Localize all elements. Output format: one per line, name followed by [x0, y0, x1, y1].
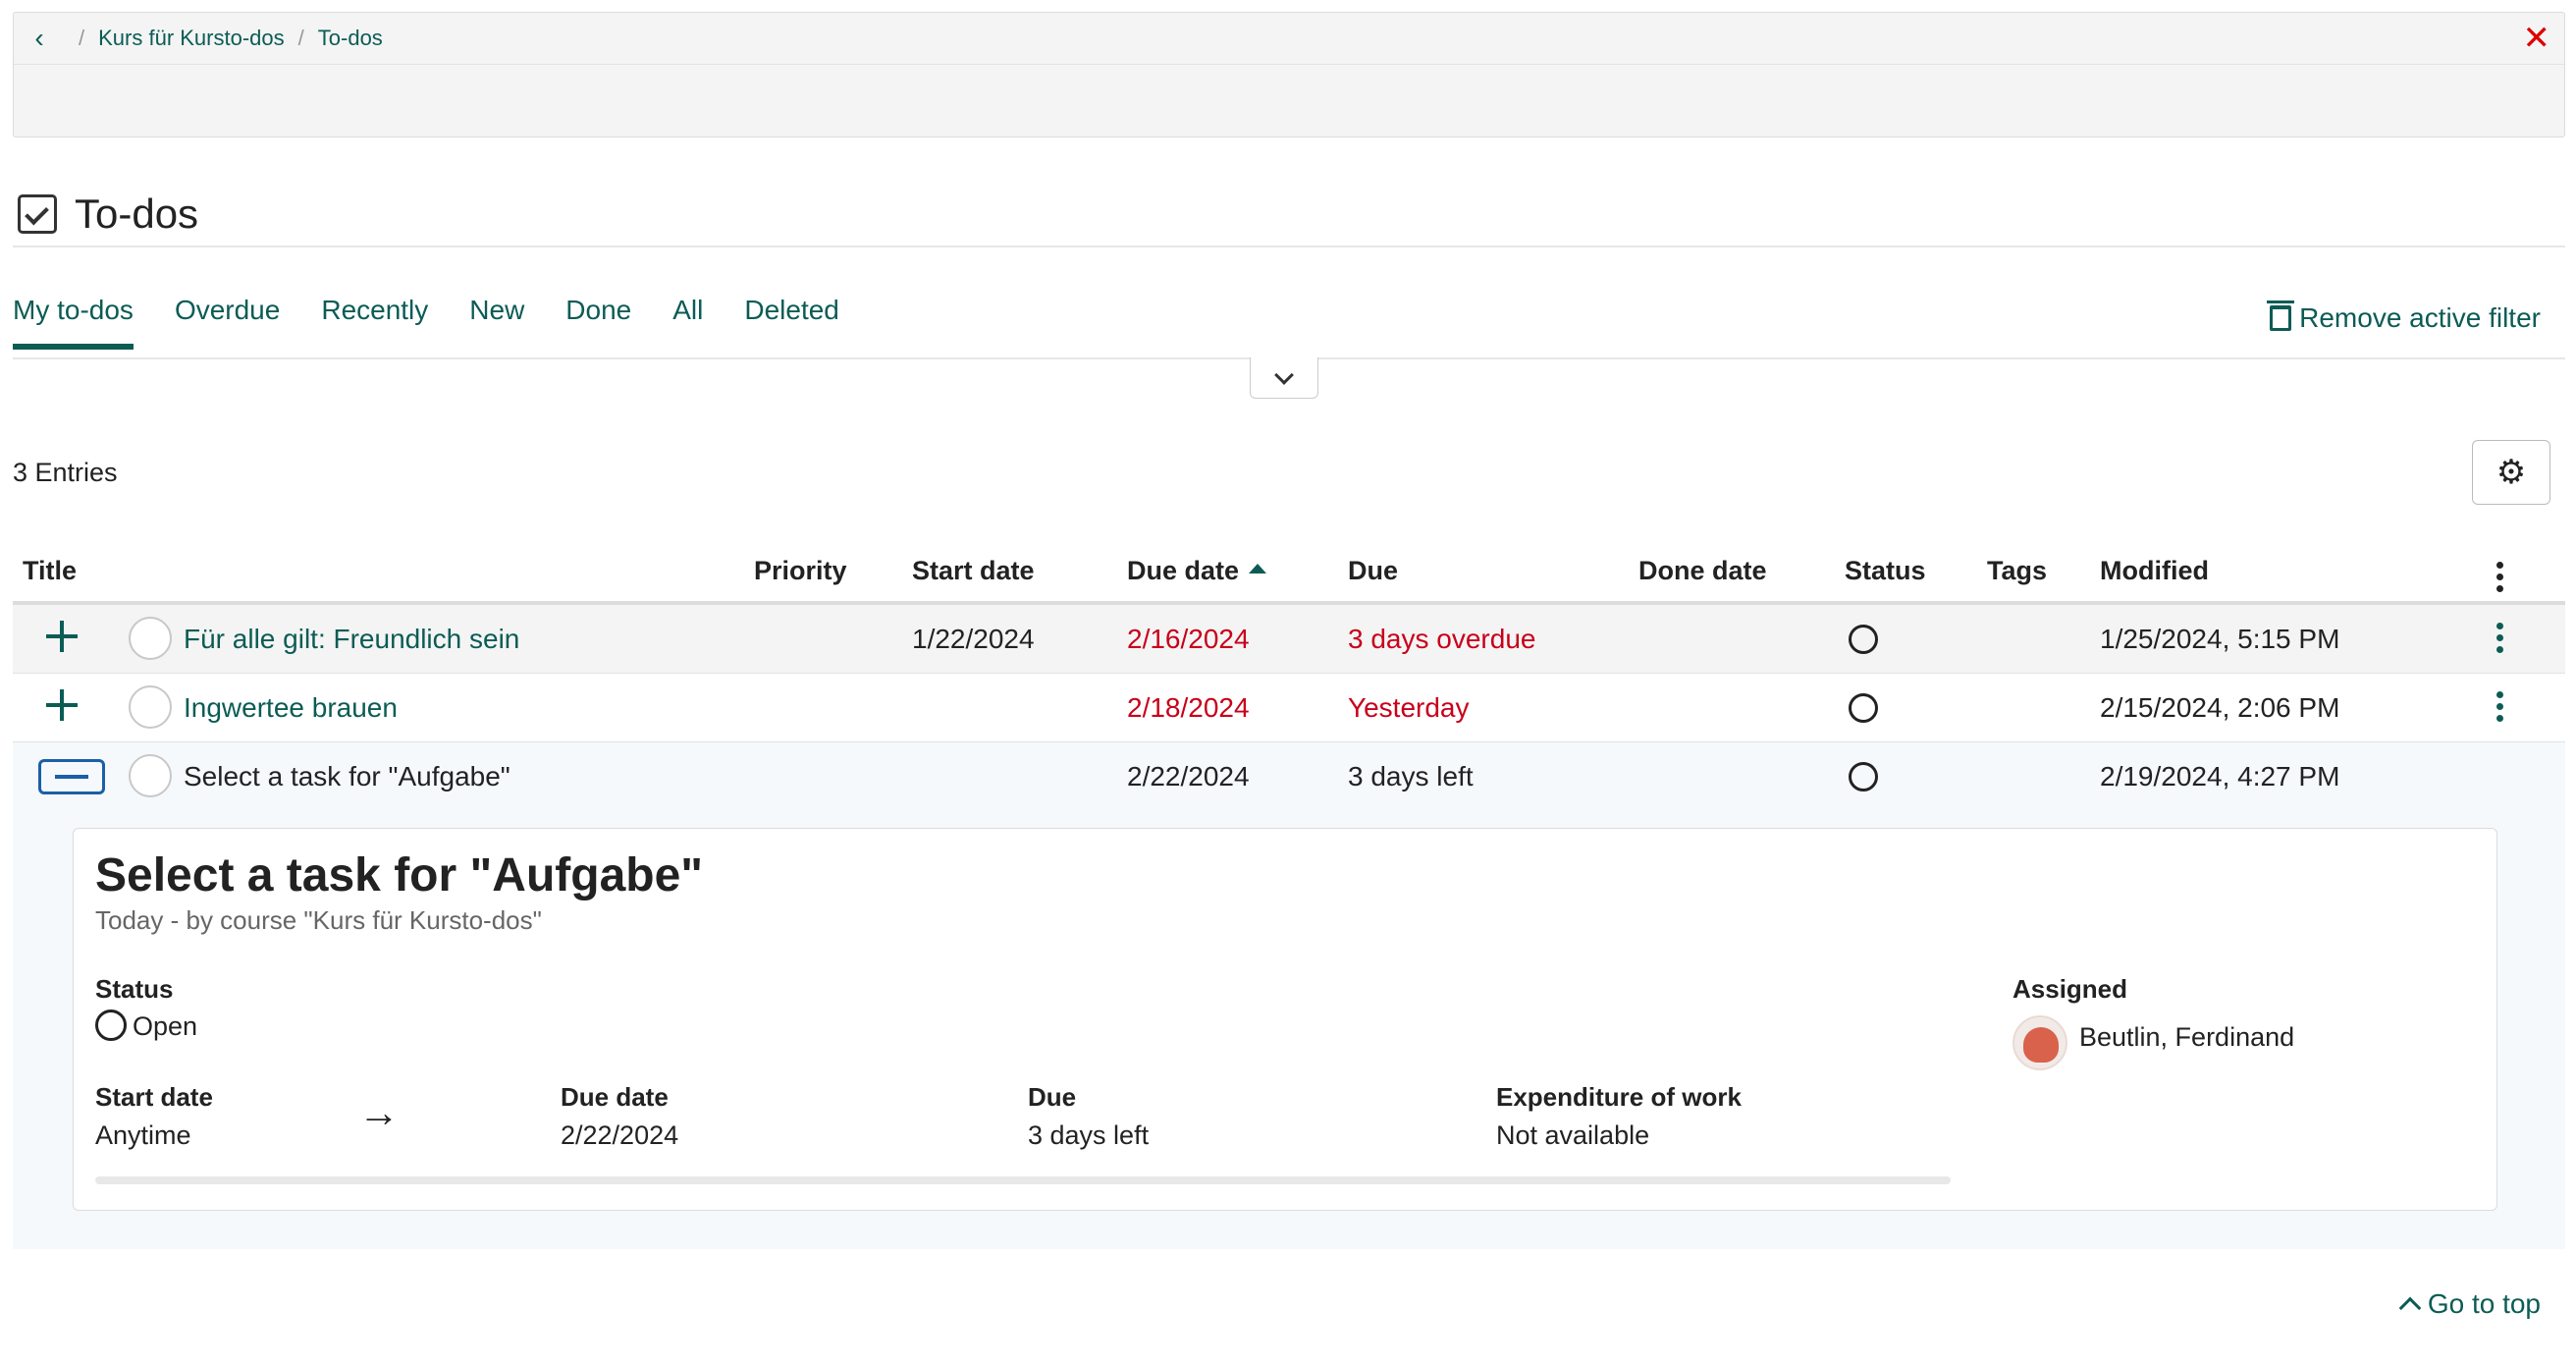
breadcrumb-separator: / [79, 26, 85, 50]
tab-my-todos[interactable]: My to-dos [13, 295, 134, 350]
due-date: 2/18/2024 [1127, 692, 1250, 723]
remove-filter-label: Remove active filter [2299, 302, 2541, 333]
entries-count: 3 Entries [13, 458, 118, 487]
sort-ascending-icon [1249, 563, 1267, 573]
start-date-value: Anytime [95, 1120, 191, 1150]
table-row-expanded: Select a task for "Aufgabe" 2/22/2024 3 … [13, 742, 2565, 811]
column-done-date[interactable]: Done date [1638, 556, 1767, 586]
due-date-label: Due date [561, 1082, 669, 1112]
table-header: Title Priority Start date Due date Due D… [13, 546, 2565, 605]
expand-row-icon[interactable] [44, 619, 80, 654]
todo-title-link[interactable]: Für alle gilt: Freundlich sein [184, 624, 519, 655]
status-open-icon [1849, 762, 1878, 792]
assigned-name[interactable]: Beutlin, Ferdinand [2079, 1022, 2294, 1053]
avatar [2012, 1015, 2067, 1070]
expenditure-value: Not available [1496, 1120, 1650, 1150]
detail-subtitle: Today - by course "Kurs für Kursto-dos" [95, 905, 542, 935]
due-status: 3 days overdue [1348, 624, 1536, 654]
row-actions-icon[interactable] [2496, 691, 2503, 722]
column-priority[interactable]: Priority [754, 556, 847, 586]
todos-page: ‹ / Kurs für Kursto-dos / To-dos ✕ To-do… [0, 0, 2576, 1365]
assigned-label: Assigned [2012, 974, 2128, 1004]
chevron-down-icon [1274, 364, 1294, 385]
modified-date: 2/15/2024, 2:06 PM [2100, 692, 2340, 723]
status-open-icon [1849, 625, 1878, 654]
status-label: Status [95, 974, 174, 1004]
go-to-top-link[interactable]: Go to top [2398, 1288, 2541, 1320]
complete-toggle[interactable] [129, 685, 172, 729]
todo-title: Select a task for "Aufgabe" [184, 761, 510, 792]
due-date: 2/22/2024 [1127, 761, 1250, 792]
due-date: 2/16/2024 [1127, 624, 1250, 654]
remove-filter-button[interactable]: Remove active filter [2267, 300, 2541, 334]
status-open-icon [1849, 693, 1878, 723]
column-start-date[interactable]: Start date [912, 556, 1035, 586]
page-title-text: To-dos [75, 191, 199, 237]
start-date-label: Start date [95, 1082, 213, 1112]
tab-deleted[interactable]: Deleted [744, 295, 839, 346]
todo-detail-panel: Select a task for "Aufgabe" Today - by c… [73, 828, 2497, 1211]
row-actions-icon[interactable] [2496, 623, 2503, 653]
breadcrumb-course-link[interactable]: Kurs für Kursto-dos [98, 26, 285, 51]
collapse-row-icon[interactable] [38, 759, 105, 794]
expand-row-icon[interactable] [44, 687, 80, 723]
column-modified[interactable]: Modified [2100, 556, 2209, 586]
due-label: Due [1028, 1082, 1077, 1112]
todo-title-link[interactable]: Ingwertee brauen [184, 692, 398, 724]
due-status: Yesterday [1348, 692, 1470, 723]
breadcrumb-todos-link[interactable]: To-dos [318, 26, 383, 51]
tab-new[interactable]: New [469, 295, 524, 346]
tab-overdue[interactable]: Overdue [175, 295, 280, 346]
column-due-date[interactable]: Due date [1127, 556, 1267, 586]
status-value: Open [95, 1009, 198, 1044]
status-open-icon [95, 1009, 127, 1041]
modified-date: 1/25/2024, 5:15 PM [2100, 624, 2340, 654]
breadcrumb: ‹ / Kurs für Kursto-dos / To-dos [14, 13, 2564, 65]
table-settings-button[interactable]: ⚙ [2472, 440, 2550, 505]
due-status: 3 days left [1348, 761, 1474, 792]
go-to-top-label: Go to top [2427, 1288, 2541, 1319]
chevron-up-icon [2398, 1296, 2422, 1320]
start-date: 1/22/2024 [912, 624, 1035, 654]
expand-filters-button[interactable] [1250, 357, 1318, 399]
table-row: Ingwertee brauen 2/18/2024 Yesterday 2/1… [13, 674, 2565, 742]
trash-icon [2267, 300, 2295, 331]
column-due-date-label: Due date [1127, 556, 1240, 585]
column-options-icon[interactable] [2496, 562, 2503, 592]
complete-toggle[interactable] [129, 754, 172, 797]
checkbox-checked-icon [18, 194, 57, 234]
expenditure-label: Expenditure of work [1496, 1082, 1742, 1112]
tab-recently[interactable]: Recently [321, 295, 428, 346]
status-value-text: Open [133, 1011, 198, 1041]
top-toolbar: ‹ / Kurs für Kursto-dos / To-dos ✕ [13, 12, 2565, 137]
page-title: To-dos [18, 191, 198, 238]
detail-title: Select a task for "Aufgabe" [95, 849, 704, 901]
tab-all[interactable]: All [672, 295, 703, 346]
column-status[interactable]: Status [1845, 556, 1926, 586]
column-tags[interactable]: Tags [1987, 556, 2047, 586]
gear-icon: ⚙ [2496, 454, 2527, 491]
complete-toggle[interactable] [129, 617, 172, 660]
filter-tabs: My to-dos Overdue Recently New Done All … [13, 295, 881, 350]
tab-done[interactable]: Done [565, 295, 631, 346]
table-row: Für alle gilt: Freundlich sein 1/22/2024… [13, 605, 2565, 674]
column-due[interactable]: Due [1348, 556, 1398, 586]
chevron-left-icon[interactable]: ‹ [14, 13, 65, 65]
divider [13, 246, 2565, 247]
due-value: 3 days left [1028, 1120, 1150, 1150]
close-icon[interactable]: ✕ [2523, 21, 2551, 56]
progress-bar [95, 1176, 1951, 1184]
arrow-right-icon: → [358, 1089, 400, 1135]
due-date-value: 2/22/2024 [561, 1120, 679, 1150]
breadcrumb-separator: / [297, 26, 304, 50]
modified-date: 2/19/2024, 4:27 PM [2100, 761, 2340, 792]
column-title[interactable]: Title [23, 556, 77, 586]
